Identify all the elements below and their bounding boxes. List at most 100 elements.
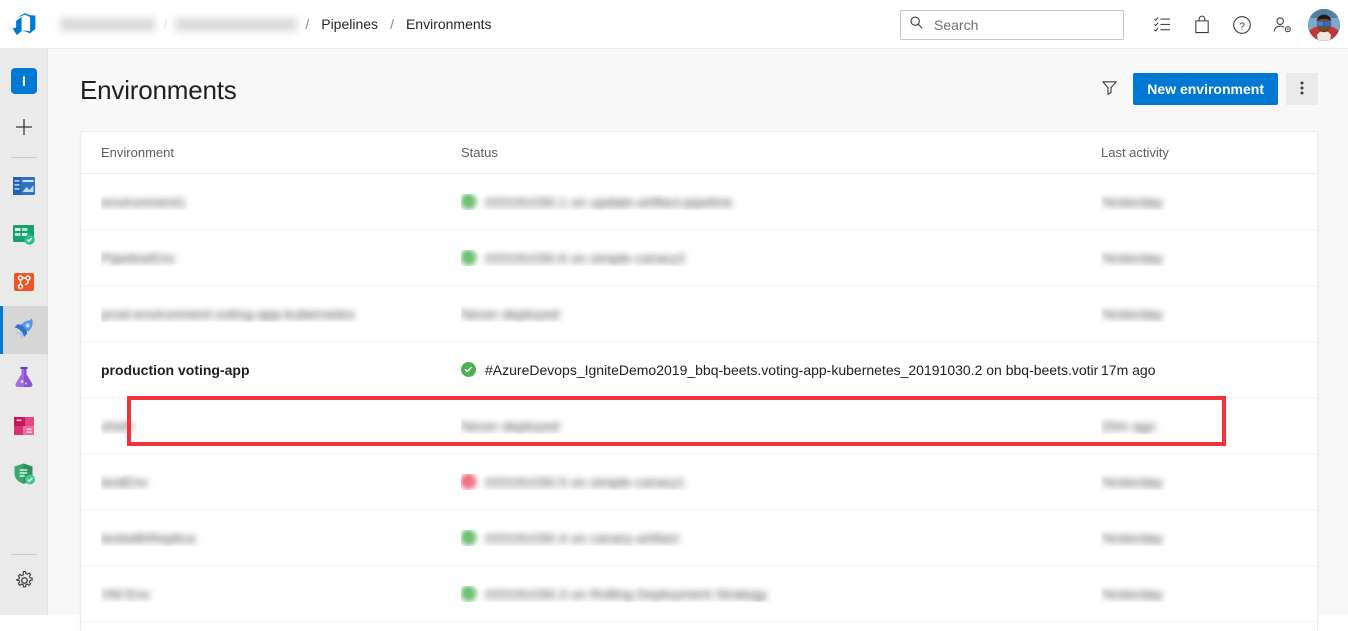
status-text: #20191030.3 on Rolling Deployment Strate… bbox=[485, 585, 768, 602]
top-bar-actions: ? bbox=[900, 0, 1348, 49]
sidebar-item-boards[interactable] bbox=[0, 210, 48, 258]
search-icon bbox=[909, 15, 924, 35]
table-row[interactable]: PipelineEnv #20191030.6 on simple-canary2… bbox=[81, 230, 1317, 286]
environment-name-text: PipelineEnv bbox=[101, 249, 175, 266]
status-success-icon bbox=[461, 250, 476, 265]
left-navigation-rail: I bbox=[0, 49, 48, 615]
cell-last-activity: Yesterday bbox=[1101, 586, 1281, 602]
page-title: Environments bbox=[80, 74, 237, 105]
cell-status[interactable]: #AzureDevops_IgniteDemo2019_bbq-beets.vo… bbox=[461, 362, 1101, 378]
search-input[interactable] bbox=[932, 15, 1115, 34]
task-list-icon[interactable] bbox=[1142, 0, 1182, 49]
sidebar-item-test-plans[interactable] bbox=[0, 354, 48, 402]
environment-name-text: VM Env bbox=[101, 585, 151, 602]
status-text: Never deployed bbox=[461, 417, 560, 434]
breadcrumb-item-pipelines[interactable]: Pipelines bbox=[311, 16, 388, 32]
status-text: #AzureDevops_IgniteDemo2019_bbq-beets.vo… bbox=[485, 361, 1099, 378]
table-header-row: Environment Status Last activity bbox=[81, 132, 1317, 174]
filter-button[interactable] bbox=[1093, 73, 1125, 105]
cell-environment-name[interactable]: testEnv bbox=[101, 474, 461, 490]
column-header-last-activity[interactable]: Last activity bbox=[1101, 145, 1281, 160]
status-success-icon bbox=[461, 362, 476, 377]
gear-icon bbox=[14, 570, 35, 596]
breadcrumb-item-organization[interactable]: Ignite Demo bbox=[60, 17, 156, 31]
cell-environment-name[interactable]: PipelineEnv bbox=[101, 250, 461, 266]
table-row[interactable]: testEnv #20191030.5 on simple-canary1 Yest… bbox=[81, 454, 1317, 510]
marketplace-bag-icon[interactable] bbox=[1182, 0, 1222, 49]
status-failed-icon bbox=[461, 474, 476, 489]
breadcrumb-item-project[interactable]: igniteDemo2019 bbox=[175, 17, 298, 31]
sidebar-item-create-new[interactable] bbox=[0, 105, 48, 153]
cell-environment-name[interactable]: prod-environment-voting-app-kubernetes bbox=[101, 306, 461, 322]
sidebar-item-project-avatar[interactable]: I bbox=[0, 57, 48, 105]
more-options-button[interactable] bbox=[1286, 73, 1318, 105]
cell-last-activity: Yesterday bbox=[1101, 250, 1281, 266]
user-settings-icon[interactable] bbox=[1262, 0, 1302, 49]
breadcrumb-separator: / bbox=[305, 16, 310, 32]
status-text: #20191030.4 on canary-artifact bbox=[485, 529, 679, 546]
search-box[interactable] bbox=[900, 9, 1124, 40]
last-activity-text: Yesterday bbox=[1101, 249, 1163, 266]
security-shield-icon bbox=[11, 461, 37, 487]
table-row[interactable]: environment1 #20191030.1 on update-artifa… bbox=[81, 174, 1317, 230]
pipelines-rocket-icon bbox=[11, 317, 37, 343]
table-row[interactable]: production voting-app #AzureDevops_Ignite… bbox=[81, 342, 1317, 398]
top-navigation-bar: Ignite Demo / igniteDemo2019 / Pipelines… bbox=[0, 0, 1348, 49]
cell-status[interactable]: Never deployed bbox=[461, 418, 1101, 434]
breadcrumb-separator: / bbox=[390, 16, 394, 32]
breadcrumb-item-environments[interactable]: Environments bbox=[396, 16, 502, 32]
repos-icon bbox=[11, 269, 37, 295]
status-text: #20191030.1 on update-artifact-pipeline bbox=[485, 193, 733, 210]
rail-bottom-section bbox=[0, 550, 48, 607]
sidebar-item-project-settings[interactable] bbox=[0, 559, 48, 607]
cell-environment-name[interactable]: VM Env bbox=[101, 586, 461, 602]
cell-last-activity: Yesterday bbox=[1101, 530, 1281, 546]
new-environment-button[interactable]: New environment bbox=[1133, 73, 1278, 105]
status-success-icon bbox=[461, 586, 476, 601]
cell-last-activity: Yesterday bbox=[1101, 306, 1281, 322]
table-row[interactable]: prod-environment-voting-app-kubernetes Ne… bbox=[81, 286, 1317, 342]
sidebar-item-artifacts[interactable] bbox=[0, 402, 48, 450]
table-row[interactable]: VM Env #20191030.3 on Rolling Deployment … bbox=[81, 566, 1317, 622]
cell-status[interactable]: #20191030.1 on update-artifact-pipeline bbox=[461, 194, 1101, 210]
cell-status[interactable]: #20191030.4 on canary-artifact bbox=[461, 530, 1101, 546]
more-vertical-icon bbox=[1300, 80, 1304, 99]
sidebar-item-repos[interactable] bbox=[0, 258, 48, 306]
avatar[interactable] bbox=[1308, 8, 1340, 41]
main-content: Environments New environment Environment… bbox=[48, 49, 1348, 631]
cell-status[interactable]: #20191030.6 on simple-canary2 bbox=[461, 250, 1101, 266]
rail-divider bbox=[11, 554, 37, 555]
environment-name-text: production voting-app bbox=[101, 361, 250, 378]
svg-text:?: ? bbox=[1239, 20, 1245, 32]
cell-last-activity: 17m ago bbox=[1101, 362, 1281, 378]
table-row[interactable]: testwithReplica #20191030.4 on canary-art… bbox=[81, 510, 1317, 566]
boards-icon bbox=[11, 221, 37, 247]
environment-name-text: testEnv bbox=[101, 473, 148, 490]
cell-environment-name[interactable]: testwithReplica bbox=[101, 530, 461, 546]
help-icon[interactable]: ? bbox=[1222, 0, 1262, 49]
cell-environment-name[interactable]: production voting-app bbox=[101, 362, 461, 378]
sidebar-item-overview[interactable] bbox=[0, 162, 48, 210]
cell-status[interactable]: #20191030.3 on Rolling Deployment Strate… bbox=[461, 586, 1101, 602]
environments-table-card: Environment Status Last activity environ… bbox=[80, 131, 1318, 631]
cell-status[interactable]: Never deployed bbox=[461, 306, 1101, 322]
last-activity-text: Yesterday bbox=[1101, 529, 1163, 546]
cell-status[interactable]: #20191030.5 on simple-canary1 bbox=[461, 474, 1101, 490]
column-header-status[interactable]: Status bbox=[461, 145, 1101, 160]
sidebar-item-security[interactable] bbox=[0, 450, 48, 498]
sidebar-item-pipelines[interactable] bbox=[0, 306, 48, 354]
last-activity-text: Yesterday bbox=[1101, 585, 1163, 602]
column-header-environment[interactable]: Environment bbox=[101, 145, 461, 160]
breadcrumb-separator: / bbox=[163, 16, 168, 32]
last-activity-text: 17m ago bbox=[1101, 361, 1156, 378]
azure-devops-logo[interactable] bbox=[0, 0, 48, 49]
page-header-actions: New environment bbox=[1093, 73, 1318, 105]
plus-icon bbox=[13, 116, 35, 143]
project-initial-badge: I bbox=[11, 68, 37, 94]
cell-environment-name[interactable]: shelli bbox=[101, 418, 461, 434]
status-text: #20191030.6 on simple-canary2 bbox=[485, 249, 686, 266]
table-row[interactable]: shelli Never deployed 20m ago bbox=[81, 398, 1317, 454]
breadcrumb: Ignite Demo / igniteDemo2019 / Pipelines… bbox=[54, 0, 502, 49]
cell-environment-name[interactable]: environment1 bbox=[101, 194, 461, 210]
environment-name-text: testwithReplica bbox=[101, 529, 196, 546]
